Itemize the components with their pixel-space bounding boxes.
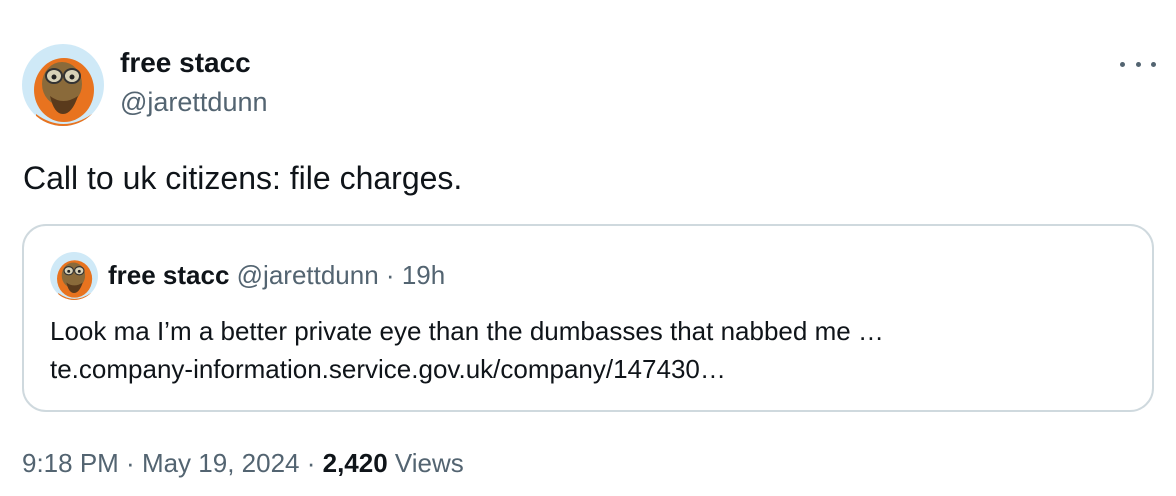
avatar-image: [22, 44, 104, 126]
tweet-text: Call to uk citizens: file charges.: [23, 160, 463, 196]
quoted-handle-text[interactable]: @jarettdunn: [237, 260, 379, 290]
post-date[interactable]: May 19, 2024: [142, 448, 300, 478]
post-time[interactable]: 9:18 PM: [22, 448, 119, 478]
quoted-tweet[interactable]: free stacc @jarettdunn · 19h Look ma I’m…: [22, 224, 1154, 412]
quoted-separator: ·: [378, 260, 402, 290]
avatar[interactable]: [22, 44, 104, 126]
tweet-footer: 9:18 PM · May 19, 2024 · 2,420 Views: [22, 446, 464, 480]
more-options-icon[interactable]: [1120, 52, 1156, 76]
quoted-handle[interactable]: @jarettdunn: [237, 260, 379, 290]
quoted-avatar-image: [50, 252, 98, 300]
dot: [1120, 61, 1125, 67]
display-name[interactable]: free stacc: [120, 46, 268, 80]
tweet: free stacc @jarettdunn Call to uk citize…: [0, 0, 1176, 496]
footer-separator: ·: [118, 448, 142, 478]
quoted-avatar[interactable]: [50, 252, 98, 300]
quoted-text-line-2: te.company-information.service.gov.uk/co…: [50, 354, 726, 384]
author-block[interactable]: free stacc @jarettdunn: [120, 46, 268, 119]
views-label: Views: [387, 448, 464, 478]
handle[interactable]: @jarettdunn: [120, 85, 268, 119]
dot: [1135, 61, 1141, 67]
views-count[interactable]: 2,420: [323, 448, 388, 478]
quoted-display-name[interactable]: free stacc: [108, 260, 229, 290]
dot: [1151, 61, 1156, 67]
quoted-text: Look ma I’m a better private eye than th…: [50, 312, 884, 388]
footer-separator: ·: [299, 448, 323, 478]
quoted-text-line-1: Look ma I’m a better private eye than th…: [50, 316, 884, 346]
quoted-time[interactable]: 19h: [402, 260, 445, 290]
quoted-header: free stacc @jarettdunn · 19h: [108, 258, 445, 292]
